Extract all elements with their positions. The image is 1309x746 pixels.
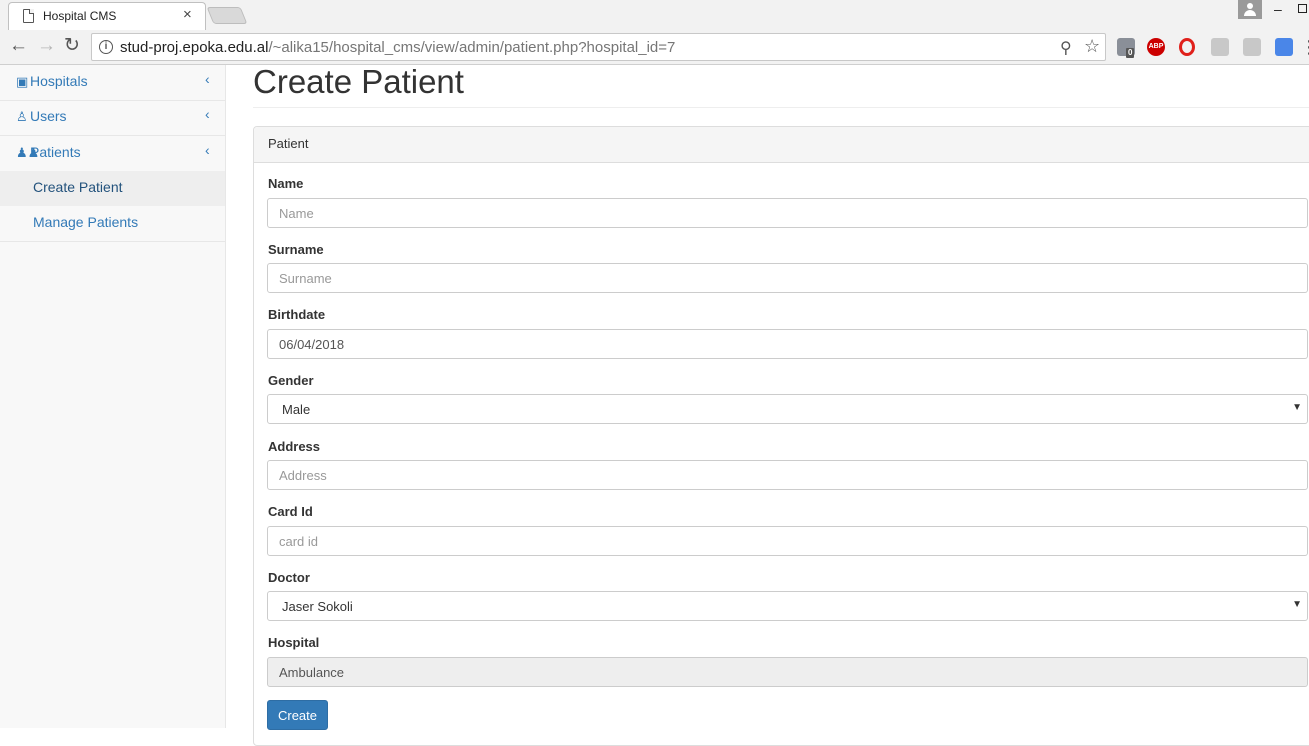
- browser-tab[interactable]: Hospital CMS ×: [8, 2, 206, 30]
- restore-icon[interactable]: [1298, 4, 1307, 13]
- new-tab-button[interactable]: [206, 7, 248, 24]
- pdf-extension-icon[interactable]: [1243, 38, 1261, 56]
- name-input[interactable]: [267, 198, 1308, 228]
- doctor-select[interactable]: Jaser Sokoli ▼: [267, 591, 1308, 621]
- gender-label: Gender: [268, 373, 314, 388]
- zoom-icon[interactable]: ⚲: [1060, 38, 1072, 58]
- sidebar-item-patients[interactable]: ♟♟ Patients ‹: [0, 136, 225, 172]
- browser-menu-icon[interactable]: ⋮: [1300, 36, 1309, 58]
- address-input[interactable]: [267, 460, 1308, 490]
- extension-badge: 0: [1126, 48, 1135, 58]
- user-icon: ♙: [16, 109, 28, 124]
- hospital-label: Hospital: [268, 635, 320, 650]
- sidebar-item-label: Users: [30, 108, 67, 124]
- forward-icon[interactable]: →: [37, 36, 56, 56]
- sidebar-item-users[interactable]: ♙ Users ‹: [0, 100, 225, 136]
- bookmark-star-icon[interactable]: ☆: [1084, 36, 1100, 57]
- birthdate-input[interactable]: [267, 329, 1308, 359]
- sidebar-item-label: Patients: [30, 144, 81, 160]
- sidebar-subitem-label: Create Patient: [33, 179, 123, 195]
- card-id-input[interactable]: [267, 526, 1308, 556]
- info-icon[interactable]: i: [99, 40, 113, 54]
- doctor-label: Doctor: [268, 570, 310, 585]
- translate-icon[interactable]: [1275, 38, 1293, 56]
- browser-tabstrip: Hospital CMS × –: [0, 0, 1309, 30]
- birthdate-label: Birthdate: [268, 307, 326, 322]
- name-label: Name: [268, 176, 304, 191]
- tab-close-icon[interactable]: ×: [183, 6, 192, 24]
- url-text[interactable]: stud-proj.epoka.edu.al/~alika15/hospital…: [120, 39, 675, 56]
- sidebar-subitem-label: Manage Patients: [33, 214, 139, 230]
- gender-value: Male: [282, 402, 311, 417]
- gender-select[interactable]: Male ▼: [267, 394, 1308, 424]
- surname-label: Surname: [268, 242, 324, 257]
- url-host: stud-proj.epoka.edu.al: [120, 39, 269, 56]
- sidebar-item-hospitals[interactable]: ▣ Hospitals ‹: [0, 65, 225, 101]
- back-icon[interactable]: ←: [9, 36, 28, 56]
- minimize-icon[interactable]: –: [1274, 1, 1282, 17]
- card-id-label: Card Id: [268, 504, 313, 519]
- sidebar-subitem-manage-patients[interactable]: Manage Patients: [0, 206, 225, 242]
- sidebar-subitem-create-patient[interactable]: Create Patient: [0, 171, 225, 206]
- adblock-plus-icon[interactable]: ABP: [1147, 38, 1165, 56]
- address-label: Address: [268, 439, 321, 454]
- sidebar-item-label: Hospitals: [30, 73, 88, 89]
- opera-icon[interactable]: [1179, 38, 1195, 56]
- chevron-left-icon: ‹: [205, 71, 210, 87]
- sidebar: ▣ Hospitals ‹ ♙ Users ‹ ♟♟ Patients ‹ Cr…: [0, 65, 226, 728]
- profile-icon[interactable]: [1238, 0, 1262, 19]
- dropdown-arrow-icon: ▼: [1292, 402, 1302, 413]
- reload-icon[interactable]: ↻: [64, 36, 80, 56]
- browser-toolbar: ← → ↻ i stud-proj.epoka.edu.al/~alika15/…: [0, 30, 1309, 65]
- address-bar[interactable]: i stud-proj.epoka.edu.al/~alika15/hospit…: [91, 33, 1106, 61]
- page-title: Create Patient: [253, 63, 464, 100]
- hospital-input: [267, 657, 1308, 687]
- url-path: /~alika15/hospital_cms/view/admin/patien…: [268, 39, 676, 56]
- chevron-left-icon: ‹: [205, 106, 210, 122]
- extension-icon[interactable]: 0: [1117, 38, 1135, 58]
- doctor-value: Jaser Sokoli: [282, 599, 353, 614]
- chevron-left-icon: ‹: [205, 142, 210, 158]
- tab-title: Hospital CMS: [43, 9, 117, 23]
- dropdown-arrow-icon: ▼: [1292, 599, 1302, 610]
- page-icon: [23, 9, 34, 23]
- panel-heading: Patient: [254, 127, 1309, 163]
- divider: [253, 107, 1309, 108]
- create-button[interactable]: Create: [267, 700, 328, 730]
- surname-input[interactable]: [267, 263, 1308, 293]
- extension-icon[interactable]: [1211, 38, 1229, 56]
- hospital-icon: ▣: [16, 74, 29, 89]
